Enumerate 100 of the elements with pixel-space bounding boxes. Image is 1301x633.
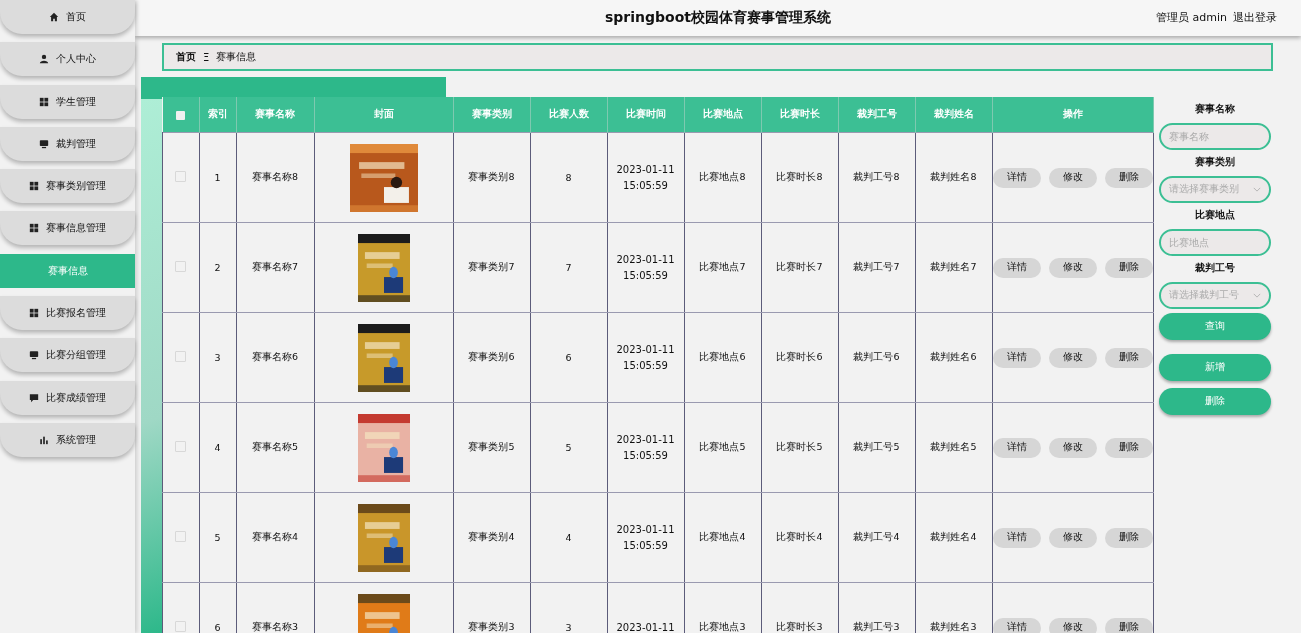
edit-button[interactable]: 修改 (1048, 167, 1097, 188)
grid-icon (29, 181, 39, 192)
grid-icon (29, 223, 39, 234)
delete-button[interactable]: 删除 (1104, 527, 1153, 548)
table-cell: 比赛时长3 (776, 621, 823, 632)
bar-chart-icon (39, 434, 49, 445)
table-cell: 8 (565, 172, 572, 183)
edit-button[interactable]: 修改 (1048, 257, 1097, 278)
column-header: 比赛人数 (530, 97, 607, 133)
user-icon (39, 54, 49, 65)
table-cell: 2023-01-11 15:05:59 (616, 343, 675, 371)
grid-icon (39, 96, 49, 107)
table-cell: 4 (565, 532, 572, 543)
details-button[interactable]: 详情 (992, 257, 1041, 278)
delete-button[interactable]: 删除 (1104, 617, 1153, 633)
table-cell: 比赛时长5 (776, 441, 823, 452)
edit-button[interactable]: 修改 (1048, 347, 1097, 368)
monitor-icon (39, 138, 49, 149)
chevron-down-icon (1253, 293, 1261, 298)
column-header: 赛事类别 (453, 97, 530, 133)
table-cell: 赛事类别7 (468, 261, 515, 272)
table-cell: 裁判工号3 (853, 621, 900, 632)
sidebar-item[interactable]: 比赛分组管理 (0, 338, 135, 373)
details-button[interactable]: 详情 (992, 437, 1041, 458)
table-cell: 裁判姓名8 (930, 171, 977, 182)
sidebar-item[interactable]: 系统管理 (0, 422, 135, 457)
details-button[interactable]: 详情 (992, 347, 1041, 368)
table-cell: 比赛地点6 (699, 351, 746, 362)
table-cell: 1 (214, 172, 221, 183)
delete-button[interactable]: 删除 (1104, 167, 1153, 188)
app-title: springboot校园体育赛事管理系统 (605, 9, 831, 27)
sidebar-item[interactable]: 赛事信息管理 (0, 211, 135, 246)
table-cell: 比赛地点7 (699, 261, 746, 272)
table-cell: 裁判姓名6 (930, 351, 977, 362)
row-checkbox[interactable] (175, 351, 187, 362)
table-cell: 赛事类别8 (468, 171, 515, 182)
table-cell: 6 (214, 622, 221, 633)
table-cell: 裁判姓名3 (930, 621, 977, 632)
breadcrumb-link[interactable]: 首页 (176, 50, 196, 64)
field-label: 比赛地点 (1194, 209, 1236, 222)
column-header: 操作 (992, 97, 1154, 133)
delete-button[interactable]: 删除 (1104, 257, 1153, 278)
table-cell: 裁判姓名4 (930, 531, 977, 542)
logout-link[interactable]: 退出登录 (1233, 10, 1277, 25)
table-cell: 5 (214, 532, 221, 543)
row-checkbox[interactable] (175, 261, 187, 272)
edit-button[interactable]: 修改 (1048, 437, 1097, 458)
grid-icon (29, 308, 39, 319)
table-cell: 2023-01-11 15:05:59 (616, 523, 675, 551)
edit-button[interactable]: 修改 (1048, 617, 1097, 633)
delete-button[interactable]: 删除 (1104, 437, 1153, 458)
sidebar-item[interactable]: 比赛成绩管理 (0, 380, 135, 415)
table-cell: 赛事名称8 (251, 171, 298, 182)
sidebar-item[interactable]: 个人中心 (0, 42, 135, 77)
user-name: 管理员 admin (1156, 10, 1227, 25)
table-cell: 比赛地点3 (699, 621, 746, 632)
table-cell: 赛事类别5 (468, 441, 515, 452)
field-label: 赛事名称 (1194, 103, 1236, 116)
column-header: 裁判工号 (838, 97, 915, 133)
search-field[interactable]: 赛事名称 (1159, 123, 1271, 150)
select-all-checkbox[interactable] (176, 111, 185, 120)
row-checkbox[interactable] (175, 171, 187, 182)
column-header: 比赛时间 (607, 97, 684, 133)
table-cell: 4 (214, 442, 221, 453)
field-label: 裁判工号 (1194, 262, 1236, 275)
monitor-icon (29, 350, 39, 361)
field-label: 赛事类别 (1194, 156, 1236, 169)
table-cell: 裁判姓名7 (930, 261, 977, 272)
sidebar-item[interactable]: 学生管理 (0, 84, 135, 119)
table-cell: 7 (565, 262, 572, 273)
table-cell: 裁判工号5 (853, 441, 900, 452)
edit-button[interactable]: 修改 (1048, 527, 1097, 548)
delete-button[interactable]: 删除 (1104, 347, 1153, 368)
column-header: 裁判姓名 (915, 97, 992, 133)
table-cell: 比赛时长4 (776, 531, 823, 542)
table-cell: 赛事类别4 (468, 531, 515, 542)
sidebar-item[interactable]: 比赛报名管理 (0, 296, 135, 331)
table-cell: 裁判工号4 (853, 531, 900, 542)
column-header: 比赛时长 (761, 97, 838, 133)
table-cell: 赛事名称5 (251, 441, 298, 452)
table-cell: 赛事名称3 (251, 621, 298, 632)
sidebar-item[interactable]: 首页 (0, 0, 135, 34)
details-button[interactable]: 详情 (992, 617, 1041, 633)
row-checkbox[interactable] (175, 621, 187, 632)
column-header: 赛事名称 (236, 97, 314, 133)
table-cell: 裁判工号7 (853, 261, 900, 272)
table-cell: 比赛地点5 (699, 441, 746, 452)
table-cell: 3 (214, 352, 221, 363)
sidebar-item[interactable]: 赛事类别管理 (0, 169, 135, 204)
table-cell: 2023-01-11 15:05:59 (616, 253, 675, 281)
row-checkbox[interactable] (175, 531, 187, 542)
table-cell: 比赛时长8 (776, 171, 823, 182)
row-checkbox[interactable] (175, 441, 187, 452)
table-cell: 裁判工号8 (853, 171, 900, 182)
column-header: 比赛地点 (684, 97, 761, 133)
sidebar-item[interactable]: 裁判管理 (0, 126, 135, 161)
chevron-down-icon (1253, 187, 1261, 192)
chat-icon (29, 392, 39, 403)
details-button[interactable]: 详情 (992, 527, 1041, 548)
details-button[interactable]: 详情 (992, 167, 1041, 188)
